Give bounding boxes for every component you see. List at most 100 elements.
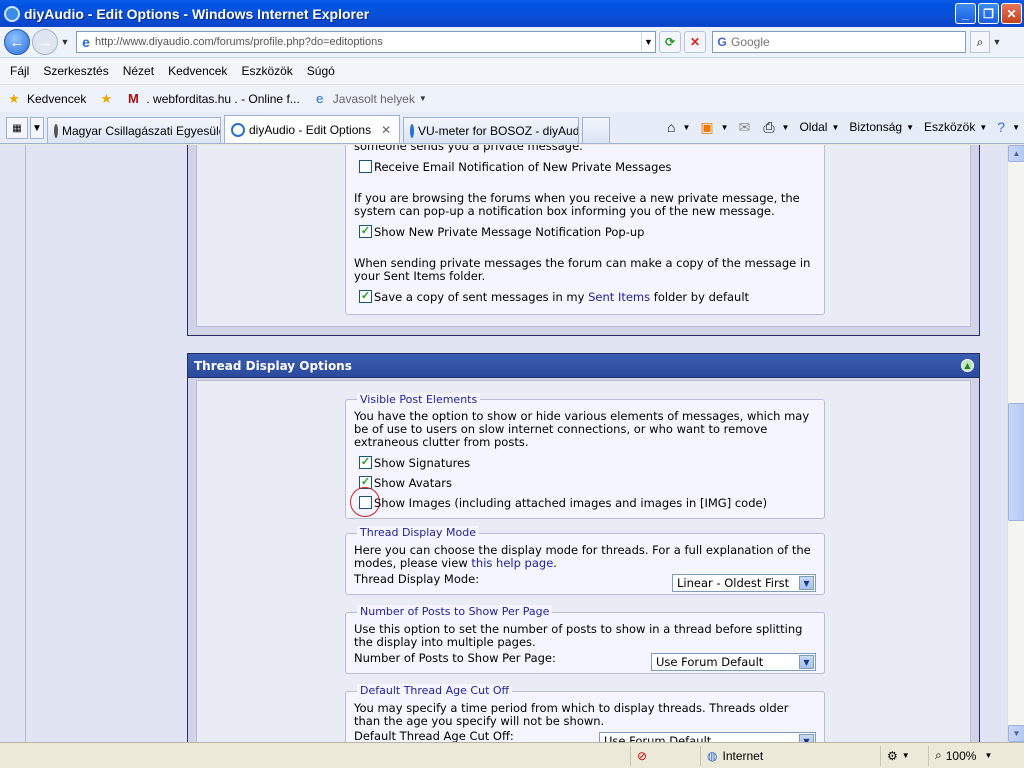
menu-help[interactable]: Súgó xyxy=(300,64,342,78)
help-button[interactable]: ? ▼ xyxy=(997,119,1020,135)
tab-csillagaszati[interactable]: Magyar Csillagászati Egyesület xyxy=(47,117,221,143)
popup-notification-label[interactable]: Show New Private Message Notification Po… xyxy=(374,225,644,239)
home-button[interactable]: ⌂ ▼ xyxy=(667,119,690,135)
security-menu-button[interactable]: Biztonság ▼ xyxy=(849,120,914,134)
window-titlebar: diyAudio - Edit Options - Windows Intern… xyxy=(0,0,1024,27)
tab-close-icon[interactable]: ✕ xyxy=(381,123,391,137)
scroll-down-button[interactable]: ▼ xyxy=(1008,725,1024,742)
favorites-button[interactable]: ★ Kedvencek xyxy=(6,91,86,107)
save-copy-checkbox[interactable]: ✓ xyxy=(359,290,372,303)
page-menu-button[interactable]: Oldal ▼ xyxy=(799,120,839,134)
posts-per-page-select[interactable]: Use Forum Default ▼ xyxy=(651,653,816,671)
tab-vu-meter[interactable]: VU-meter for BOSOZ - diyAudio xyxy=(403,117,579,143)
mail-button[interactable]: ✉ xyxy=(739,119,754,136)
tab-label: VU-meter for BOSOZ - diyAudio xyxy=(418,123,579,138)
menu-edit[interactable]: Szerkesztés xyxy=(36,64,115,78)
thread-display-title: Thread Display Options xyxy=(194,358,352,373)
posts-per-page-fieldset: Use this option to set the number of pos… xyxy=(345,612,825,674)
thread-display-mode-label: Thread Display Mode: xyxy=(354,572,480,586)
recent-pages-dropdown[interactable]: ▼ xyxy=(58,37,72,47)
feeds-button[interactable]: ▣ ▼ xyxy=(700,119,728,136)
search-box[interactable]: G xyxy=(712,31,966,53)
show-signatures-checkbox[interactable]: ✓ xyxy=(359,456,372,469)
security-zone[interactable]: ◍ Internet xyxy=(700,745,880,766)
back-button[interactable]: ← xyxy=(4,29,30,55)
protected-mode-indicator[interactable]: ⊘ xyxy=(630,745,700,766)
chevron-down-icon: ▼ xyxy=(418,94,427,103)
menu-tools[interactable]: Eszközök xyxy=(234,64,299,78)
show-images-label[interactable]: Show Images (including attached images a… xyxy=(374,496,767,510)
maximize-button[interactable]: ❐ xyxy=(978,3,999,24)
copy-description-2: your Sent Items folder. xyxy=(354,269,486,283)
close-button[interactable]: ✕ xyxy=(1001,3,1022,24)
address-dropdown-icon[interactable]: ▼ xyxy=(641,33,655,51)
address-url[interactable]: http://www.diyaudio.com/forums/profile.p… xyxy=(95,36,641,48)
suggested-sites-button[interactable]: e Javasolt helyek ▼ xyxy=(312,91,427,107)
menu-view[interactable]: Nézet xyxy=(116,64,161,78)
star-icon: ★ xyxy=(8,90,20,106)
save-copy-label[interactable]: Save a copy of sent messages in my Sent … xyxy=(374,290,749,304)
menu-favorites[interactable]: Kedvencek xyxy=(161,64,234,78)
left-column xyxy=(0,145,26,742)
tab-list-dropdown[interactable]: ▼ xyxy=(30,117,44,139)
zoom-control[interactable]: ⌕ 100% ▼ xyxy=(928,745,1024,766)
favorite-link-webforditas[interactable]: M . webforditas.hu . - Online f... xyxy=(125,91,300,107)
chevron-down-icon: ▼ xyxy=(984,751,993,760)
tools-menu-label: Eszközök xyxy=(924,120,976,134)
age-cutoff-select[interactable]: Use Forum Default ▼ xyxy=(599,732,816,742)
favorite-link-label: . webforditas.hu . - Online f... xyxy=(146,91,300,106)
popup-blocker-indicator[interactable]: ⚙ ▼ xyxy=(880,745,928,766)
mode-desc-2-post: . xyxy=(553,556,557,570)
add-favorite-button[interactable]: ★ xyxy=(98,91,119,107)
tab-icon xyxy=(410,123,414,138)
menu-file[interactable]: Fájl xyxy=(3,64,36,78)
quick-tabs-button[interactable]: ▦ xyxy=(6,117,28,139)
posts-per-page-desc-2: the display into multiple pages. xyxy=(354,635,536,649)
stop-button[interactable]: ✕ xyxy=(684,31,706,53)
address-field[interactable]: e http://www.diyaudio.com/forums/profile… xyxy=(76,31,656,53)
email-notification-label[interactable]: Receive Email Notification of New Privat… xyxy=(374,160,672,174)
google-icon: G xyxy=(717,35,727,49)
forward-button[interactable]: → xyxy=(32,29,58,55)
posts-per-page-legend: Number of Posts to Show Per Page xyxy=(357,605,553,618)
page-viewport: someone sends you a private message. Rec… xyxy=(0,145,1007,742)
scroll-up-button[interactable]: ▲ xyxy=(1008,145,1024,162)
mode-desc-2: modes, please view this help page. xyxy=(354,557,557,570)
page-menu-label: Oldal xyxy=(799,120,828,134)
print-button[interactable]: ⎙ ▼ xyxy=(763,119,789,136)
email-notification-checkbox[interactable] xyxy=(359,160,372,173)
tab-icon xyxy=(231,122,245,137)
show-avatars-label[interactable]: Show Avatars xyxy=(374,476,452,490)
minimize-button[interactable]: _ xyxy=(955,3,976,24)
age-cutoff-value: Use Forum Default xyxy=(604,734,712,742)
thread-display-mode-select[interactable]: Linear - Oldest First ▼ xyxy=(672,574,816,592)
page-icon: e xyxy=(82,34,90,50)
zoom-level: 100% xyxy=(945,748,977,763)
address-toolbar: ← → ▼ e http://www.diyaudio.com/forums/p… xyxy=(0,27,1024,58)
visible-elements-desc-3: extraneous clutter from posts. xyxy=(354,435,529,449)
zoom-icon: ⌕ xyxy=(935,748,942,762)
sent-items-link[interactable]: Sent Items xyxy=(588,290,650,304)
tab-diyaudio-edit-options[interactable]: diyAudio - Edit Options ✕ xyxy=(224,115,400,143)
vertical-scrollbar[interactable]: ▲ ▼ xyxy=(1007,145,1024,742)
thread-display-mode-value: Linear - Oldest First xyxy=(677,576,790,590)
favorites-label: Kedvencek xyxy=(27,91,87,106)
scroll-thumb[interactable] xyxy=(1008,403,1024,521)
collapse-icon[interactable]: ▲ xyxy=(961,359,974,372)
search-button[interactable]: ⌕ xyxy=(970,31,990,53)
search-options-dropdown[interactable]: ▼ xyxy=(990,37,1004,47)
refresh-button[interactable]: ⟳ xyxy=(659,31,681,53)
tools-menu-button[interactable]: Eszközök ▼ xyxy=(924,120,987,134)
help-page-link[interactable]: this help page xyxy=(471,556,553,570)
save-copy-label-pre: Save a copy of sent messages in my xyxy=(374,290,585,304)
show-signatures-label[interactable]: Show Signatures xyxy=(374,456,470,470)
popup-notification-checkbox[interactable]: ✓ xyxy=(359,225,372,238)
search-input[interactable] xyxy=(731,35,965,49)
visible-post-elements-fieldset: You have the option to show or hide vari… xyxy=(345,399,825,519)
security-zone-label: Internet xyxy=(722,748,764,763)
favorites-bar: ★ Kedvencek ★ M . webforditas.hu . - Onl… xyxy=(0,84,1024,112)
new-tab-button[interactable] xyxy=(582,117,610,143)
mail-icon: ✉ xyxy=(738,118,751,135)
globe-icon: ◍ xyxy=(707,748,718,763)
rss-icon: ▣ xyxy=(700,118,714,135)
